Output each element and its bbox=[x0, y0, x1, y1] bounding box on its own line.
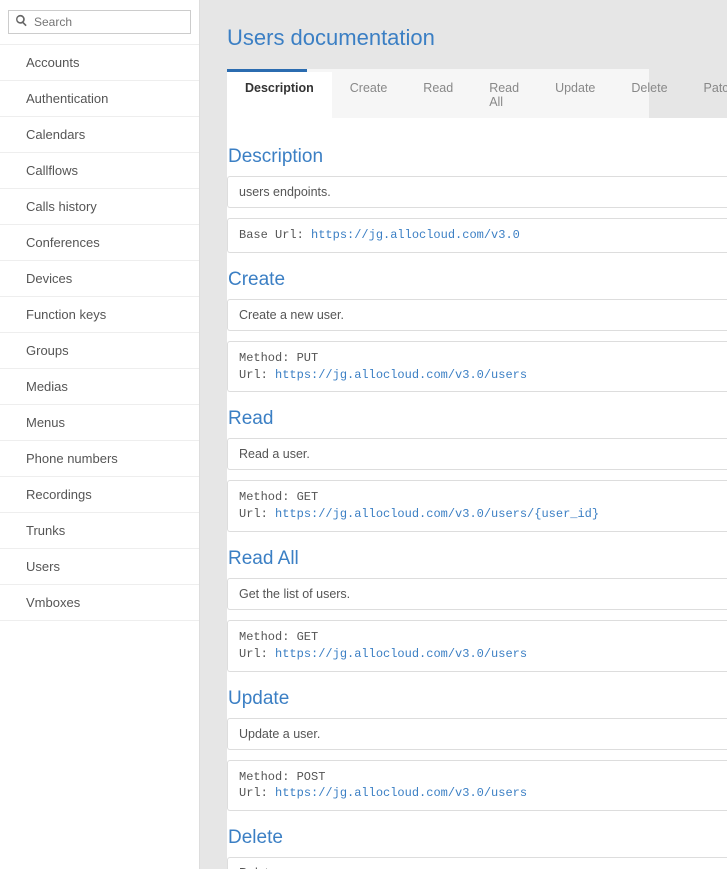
sidebar-item-authentication[interactable]: Authentication bbox=[0, 81, 199, 117]
method-label: Method: bbox=[239, 490, 297, 504]
update-url-link[interactable]: https://jg.allocloud.com/v3.0/users bbox=[275, 786, 527, 800]
delete-text: Delete a user. bbox=[227, 857, 727, 869]
sidebar-item-users[interactable]: Users bbox=[0, 549, 199, 585]
section-title-read: Read bbox=[228, 402, 727, 438]
section-title-create: Create bbox=[228, 263, 727, 299]
search-input[interactable] bbox=[34, 15, 184, 29]
description-base-url: Base Url: https://jg.allocloud.com/v3.0 bbox=[227, 218, 727, 253]
section-read-all: Read All Get the list of users. Method: … bbox=[227, 542, 727, 672]
sidebar-nav: Accounts Authentication Calendars Callfl… bbox=[0, 44, 199, 621]
section-update: Update Update a user. Method: POST Url: … bbox=[227, 682, 727, 812]
sidebar-item-medias[interactable]: Medias bbox=[0, 369, 199, 405]
tab-content: Description users endpoints. Base Url: h… bbox=[227, 118, 727, 869]
search-icon bbox=[15, 14, 34, 30]
description-text: users endpoints. bbox=[227, 176, 727, 208]
base-url-label: Base Url: bbox=[239, 228, 311, 242]
tab-description[interactable]: Description bbox=[227, 72, 332, 118]
tab-read-all[interactable]: Read All bbox=[471, 72, 537, 118]
sidebar-item-groups[interactable]: Groups bbox=[0, 333, 199, 369]
sidebar-item-accounts[interactable]: Accounts bbox=[0, 45, 199, 81]
method-value: PUT bbox=[297, 351, 319, 365]
sidebar-item-vmboxes[interactable]: Vmboxes bbox=[0, 585, 199, 621]
method-label: Method: bbox=[239, 630, 297, 644]
sidebar-item-phone-numbers[interactable]: Phone numbers bbox=[0, 441, 199, 477]
section-delete: Delete Delete a user. Method: DELETE Url… bbox=[227, 821, 727, 869]
method-value: POST bbox=[297, 770, 326, 784]
sidebar-item-devices[interactable]: Devices bbox=[0, 261, 199, 297]
tab-patch[interactable]: Patch bbox=[686, 72, 727, 118]
sidebar-item-recordings[interactable]: Recordings bbox=[0, 477, 199, 513]
create-endpoint: Method: PUT Url: https://jg.allocloud.co… bbox=[227, 341, 727, 393]
create-url-link[interactable]: https://jg.allocloud.com/v3.0/users bbox=[275, 368, 527, 382]
section-title-delete: Delete bbox=[228, 821, 727, 857]
section-read: Read Read a user. Method: GET Url: https… bbox=[227, 402, 727, 532]
sidebar: Accounts Authentication Calendars Callfl… bbox=[0, 0, 200, 869]
update-endpoint: Method: POST Url: https://jg.allocloud.c… bbox=[227, 760, 727, 812]
sidebar-item-conferences[interactable]: Conferences bbox=[0, 225, 199, 261]
read-all-url-link[interactable]: https://jg.allocloud.com/v3.0/users bbox=[275, 647, 527, 661]
sidebar-item-trunks[interactable]: Trunks bbox=[0, 513, 199, 549]
create-text: Create a new user. bbox=[227, 299, 727, 331]
search-container bbox=[0, 0, 199, 44]
tab-update[interactable]: Update bbox=[537, 72, 613, 118]
url-label: Url: bbox=[239, 786, 275, 800]
tab-read[interactable]: Read bbox=[405, 72, 471, 118]
section-title-update: Update bbox=[228, 682, 727, 718]
section-create: Create Create a new user. Method: PUT Ur… bbox=[227, 263, 727, 393]
base-url-link[interactable]: https://jg.allocloud.com/v3.0 bbox=[311, 228, 520, 242]
section-title-read-all: Read All bbox=[228, 542, 727, 578]
tab-delete[interactable]: Delete bbox=[613, 72, 685, 118]
url-label: Url: bbox=[239, 368, 275, 382]
url-label: Url: bbox=[239, 507, 275, 521]
sidebar-item-calendars[interactable]: Calendars bbox=[0, 117, 199, 153]
read-all-endpoint: Method: GET Url: https://jg.allocloud.co… bbox=[227, 620, 727, 672]
method-label: Method: bbox=[239, 351, 297, 365]
read-url-link[interactable]: https://jg.allocloud.com/v3.0/users/{use… bbox=[275, 507, 599, 521]
read-all-text: Get the list of users. bbox=[227, 578, 727, 610]
section-title-description: Description bbox=[228, 140, 727, 176]
method-value: GET bbox=[297, 490, 319, 504]
read-endpoint: Method: GET Url: https://jg.allocloud.co… bbox=[227, 480, 727, 532]
search-box[interactable] bbox=[8, 10, 191, 34]
sidebar-item-callflows[interactable]: Callflows bbox=[0, 153, 199, 189]
page-title: Users documentation bbox=[227, 25, 727, 51]
method-label: Method: bbox=[239, 770, 297, 784]
method-value: GET bbox=[297, 630, 319, 644]
sidebar-item-function-keys[interactable]: Function keys bbox=[0, 297, 199, 333]
sidebar-item-calls-history[interactable]: Calls history bbox=[0, 189, 199, 225]
main-content: Users documentation Description Create R… bbox=[200, 0, 727, 869]
read-text: Read a user. bbox=[227, 438, 727, 470]
tabs-bar: Description Create Read Read All Update … bbox=[227, 69, 649, 118]
url-label: Url: bbox=[239, 647, 275, 661]
section-description: Description users endpoints. Base Url: h… bbox=[227, 140, 727, 253]
update-text: Update a user. bbox=[227, 718, 727, 750]
tab-create[interactable]: Create bbox=[332, 72, 406, 118]
sidebar-item-menus[interactable]: Menus bbox=[0, 405, 199, 441]
